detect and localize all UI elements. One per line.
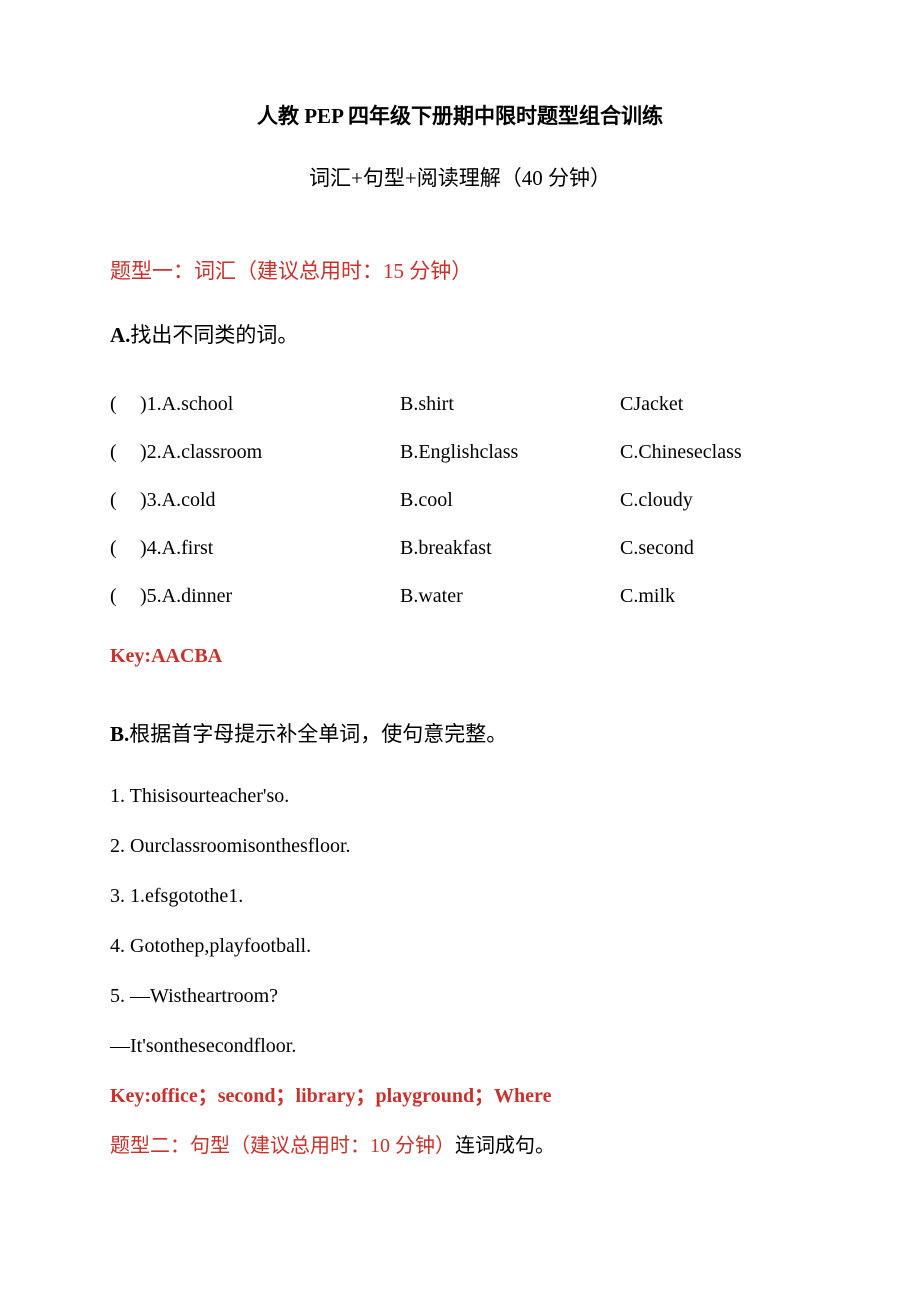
paren-open: ( — [110, 585, 117, 607]
mcq-table: ( )1.A.school B.shirt CJacket ( )2.A.cla… — [110, 380, 810, 620]
document-subtitle: 词汇+句型+阅读理解（40 分钟） — [110, 162, 810, 196]
paren-open: ( — [110, 537, 117, 559]
mcq-option-c: C.second — [620, 524, 810, 572]
mcq-option-c: C.milk — [620, 572, 810, 620]
section-1-heading: 题型一：词汇（建议总用时：15 分钟） — [110, 255, 810, 289]
mcq-option-b: B.breakfast — [400, 524, 620, 572]
list-item: 5. —Wistheartroom? — [110, 980, 810, 1012]
answer-key-a: Key:AACBA — [110, 640, 810, 672]
subsection-b-text: 根据首字母提示补全单词，使句意完整。 — [129, 722, 507, 746]
table-row: ( )4.A.first B.breakfast C.second — [110, 524, 810, 572]
paren-open: ( — [110, 489, 117, 511]
table-row: ( )1.A.school B.shirt CJacket — [110, 380, 810, 428]
mcq-option-b: B.Englishclass — [400, 428, 620, 476]
mcq-option-b: B.shirt — [400, 380, 620, 428]
answer-key-b: Key:office；second；library；playground；Whe… — [110, 1080, 810, 1112]
section-2-red: 题型二：句型（建议总用时：10 分钟） — [110, 1135, 455, 1157]
list-item: 3. 1.efsgotothe1. — [110, 880, 810, 912]
list-item: 4. Gotothep,playfootball. — [110, 930, 810, 962]
table-row: ( )2.A.classroom B.Englishclass C.Chines… — [110, 428, 810, 476]
document-title: 人教 PEP 四年级下册期中限时题型组合训练 — [110, 100, 810, 134]
paren-open: ( — [110, 441, 117, 463]
list-item: 2. Ourclassroomisonthesfloor. — [110, 830, 810, 862]
mcq-option-b: B.water — [400, 572, 620, 620]
mcq-option-a: )5.A.dinner — [140, 572, 400, 620]
subsection-a-text: 找出不同类的词。 — [130, 323, 298, 347]
mcq-option-a: )2.A.classroom — [140, 428, 400, 476]
mcq-option-b: B.cool — [400, 476, 620, 524]
list-item-continuation: —It'sonthesecondfloor. — [110, 1030, 810, 1062]
fill-in-list: 1. Thisisourteacher'so. 2. Ourclassroomi… — [110, 780, 810, 1062]
mcq-option-c: C.cloudy — [620, 476, 810, 524]
section-2-heading: 题型二：句型（建议总用时：10 分钟）连词成句。 — [110, 1130, 810, 1162]
subsection-a-heading: A.找出不同类的词。 — [110, 319, 810, 353]
table-row: ( )3.A.cold B.cool C.cloudy — [110, 476, 810, 524]
mcq-option-a: )1.A.school — [140, 380, 400, 428]
paren-open: ( — [110, 393, 117, 415]
mcq-option-a: )4.A.first — [140, 524, 400, 572]
list-item: 1. Thisisourteacher'so. — [110, 780, 810, 812]
mcq-option-c: CJacket — [620, 380, 810, 428]
mcq-option-c: C.Chineseclass — [620, 428, 810, 476]
section-2-black: 连词成句。 — [455, 1135, 555, 1157]
mcq-option-a: )3.A.cold — [140, 476, 400, 524]
table-row: ( )5.A.dinner B.water C.milk — [110, 572, 810, 620]
subsection-b-heading: B.根据首字母提示补全单词，使句意完整。 — [110, 718, 810, 752]
